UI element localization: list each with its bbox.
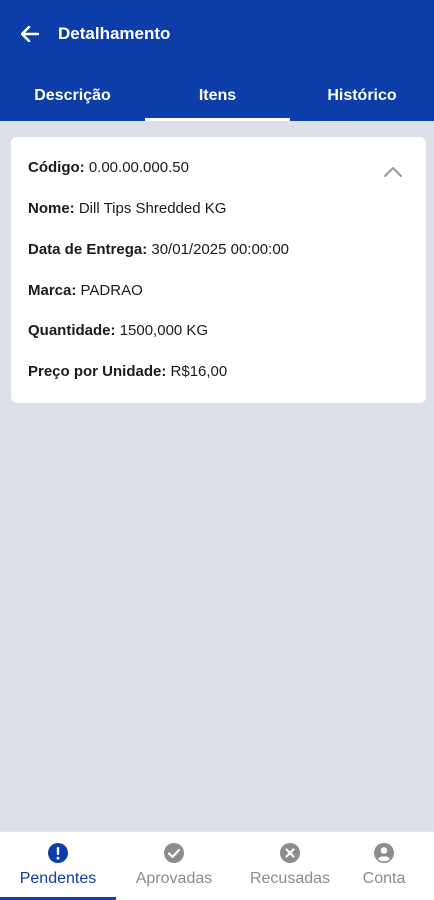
nav-pendentes-label: Pendentes — [19, 870, 97, 887]
tab-itens[interactable]: Itens — [145, 70, 290, 121]
check-circle-icon — [164, 843, 184, 863]
preco-value: R$16,00 — [170, 363, 228, 380]
x-circle-icon — [280, 843, 300, 863]
chevron-up-icon — [384, 167, 402, 177]
preco-label: Preço por Unidade: — [28, 363, 167, 380]
marca-value: PADRAO — [80, 282, 143, 299]
nome-value: Dill Tips Shredded KG — [78, 200, 227, 217]
tab-historico[interactable]: Histórico — [290, 70, 434, 121]
app-root: Detalhamento Descrição Itens Histórico C… — [0, 0, 434, 900]
codigo-label: Código: — [28, 159, 85, 176]
marca-row: Marca: PADRAO — [28, 282, 143, 299]
codigo-value: 0.00.00.000.50 — [88, 159, 189, 176]
nome-label: Nome: — [28, 200, 75, 217]
collapse-button[interactable] — [382, 163, 404, 181]
codigo-row: Código: 0.00.00.000.50 — [28, 159, 189, 176]
nome-row: Nome: Dill Tips Shredded KG — [28, 200, 226, 217]
quantidade-row: Quantidade: 1500,000 KG — [28, 322, 208, 339]
nav-aprovadas[interactable]: Aprovadas — [116, 832, 232, 900]
active-tab-indicator — [145, 118, 290, 121]
bottom-navigation: Pendentes Aprovadas Recusadas Conta — [0, 831, 434, 900]
quantidade-value: 1500,000 KG — [119, 322, 209, 339]
quantidade-label: Quantidade: — [28, 322, 116, 339]
nav-conta-label: Conta — [362, 870, 406, 887]
arrow-left-icon — [21, 26, 39, 42]
nav-recusadas-label: Recusadas — [249, 870, 331, 887]
nav-conta[interactable]: Conta — [334, 832, 434, 900]
account-circle-icon — [374, 843, 394, 863]
data-entrega-value: 30/01/2025 00:00:00 — [151, 241, 290, 258]
back-button[interactable] — [16, 20, 44, 48]
data-entrega-label: Data de Entrega: — [28, 241, 148, 258]
tab-descricao[interactable]: Descrição — [0, 70, 145, 121]
marca-label: Marca: — [28, 282, 77, 299]
tab-bar: Descrição Itens Histórico — [0, 70, 434, 121]
top-bar: Detalhamento — [0, 0, 434, 70]
alert-circle-icon — [48, 843, 68, 863]
page-title: Detalhamento — [58, 24, 171, 43]
preco-row: Preço por Unidade: R$16,00 — [28, 363, 227, 380]
nav-recusadas[interactable]: Recusadas — [232, 832, 348, 900]
header: Detalhamento Descrição Itens Histórico — [0, 0, 434, 121]
item-card: Código: 0.00.00.000.50 Nome: Dill Tips S… — [11, 137, 426, 403]
data-entrega-row: Data de Entrega: 30/01/2025 00:00:00 — [28, 241, 289, 258]
nav-aprovadas-label: Aprovadas — [135, 870, 213, 887]
nav-pendentes[interactable]: Pendentes — [0, 832, 116, 900]
